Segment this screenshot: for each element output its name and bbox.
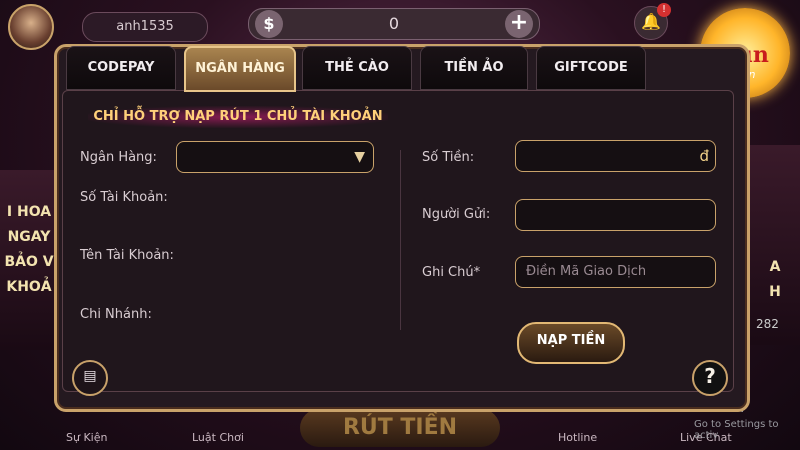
withdraw-button[interactable]: RÚT TIỀN [300, 409, 500, 447]
form-divider [400, 150, 401, 330]
left-promo-text: I HOA NGAY BẢO V KHOẢ [4, 204, 54, 295]
left-promo-banner[interactable]: I HOA NGAY BẢO V KHOẢ [0, 170, 58, 350]
account-number-label: Số Tài Khoản: [80, 190, 168, 205]
account-name-label: Tên Tài Khoản: [80, 248, 174, 263]
tab-card[interactable]: THẺ CÀO [302, 46, 412, 90]
username-label: anh1535 [82, 12, 208, 42]
bell-icon[interactable]: 🔔! [634, 3, 671, 40]
right-promo-text: A H [769, 259, 781, 300]
tab-bank[interactable]: NGÂN HÀNG [184, 46, 296, 92]
deposit-submit-button[interactable]: NẠP TIỀN [517, 322, 625, 364]
bottom-item-events[interactable]: Sự Kiện [66, 431, 107, 444]
top-bar: anh1535 $ 0 + 🔔! Sun Win [0, 0, 800, 98]
bottom-item-rules[interactable]: Luật Chơi [192, 431, 244, 444]
amount-label: Số Tiền: [422, 150, 475, 165]
bank-label: Ngân Hàng: [80, 150, 157, 165]
tab-crypto[interactable]: TIỀN ẢO [420, 46, 528, 90]
history-icon[interactable]: ▤ [72, 360, 108, 396]
bank-select[interactable]: ▼ [176, 141, 374, 173]
add-funds-button[interactable]: + [505, 10, 533, 38]
note-label: Ghi Chú* [422, 265, 481, 280]
right-promo-banner[interactable]: A H 282 [750, 145, 800, 345]
amount-input[interactable]: đ [515, 140, 716, 172]
balance-bar: $ 0 + [248, 8, 540, 40]
note-input[interactable]: Điền Mã Giao Dịch [515, 256, 716, 288]
sender-input[interactable] [515, 199, 716, 231]
avatar[interactable] [8, 4, 54, 50]
branch-label: Chi Nhánh: [80, 307, 152, 322]
tab-giftcode[interactable]: GIFTCODE [536, 46, 646, 90]
dollar-icon: $ [255, 10, 283, 38]
notification-badge: ! [657, 3, 671, 17]
sender-label: Người Gửi: [422, 207, 491, 222]
bottom-item-hotline[interactable]: Hotline [558, 431, 597, 444]
deposit-panel [62, 90, 734, 392]
activate-line-2: Go to Settings to activ [694, 419, 779, 441]
right-promo-number: 282 [756, 317, 779, 331]
help-icon[interactable]: ? [692, 360, 728, 396]
chevron-down-icon: ▼ [354, 149, 365, 165]
tab-codepay[interactable]: CODEPAY [66, 46, 176, 90]
currency-symbol: đ [699, 147, 709, 165]
balance-amount: 0 [388, 14, 400, 33]
notice-banner: CHỈ HỖ TRỢ NẠP RÚT 1 CHỦ TÀI KHOẢN [88, 106, 388, 128]
